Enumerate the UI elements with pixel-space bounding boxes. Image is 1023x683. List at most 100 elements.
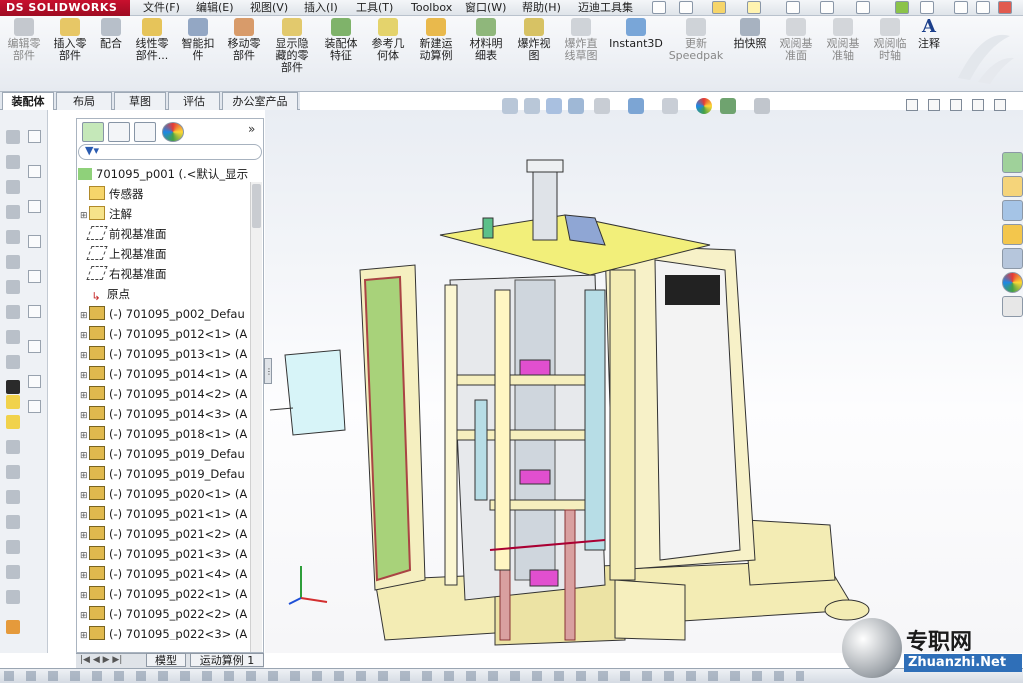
view-palette-icon[interactable] <box>1002 248 1023 269</box>
mirror-tool-icon[interactable] <box>6 515 20 529</box>
fillet-tool-icon[interactable] <box>6 255 20 269</box>
options-icon[interactable] <box>920 1 934 14</box>
edit-appearance-icon[interactable] <box>696 98 712 114</box>
view-back-icon[interactable] <box>28 340 41 353</box>
cmd-reference-geometry[interactable]: 参考几 何体 <box>366 18 410 90</box>
tree-item-part[interactable]: ⊞ (-) 701095_p002_Defau <box>80 304 250 324</box>
loft-tool-icon[interactable] <box>6 230 20 244</box>
zoom-to-fit-icon[interactable] <box>502 98 518 114</box>
cmd-snapshot[interactable]: 拍快照 <box>728 18 772 90</box>
file-explorer-icon[interactable] <box>1002 224 1023 245</box>
expand-panel-icon[interactable]: » <box>248 122 255 136</box>
tree-item-part[interactable]: ⊞ (-) 701095_p020<1> (A <box>80 484 250 504</box>
tree-item-part[interactable]: ⊞ (-) 701095_p022<3> (A <box>80 624 250 640</box>
rebuild-icon[interactable] <box>895 1 909 14</box>
revolve-tool-icon[interactable] <box>6 180 20 194</box>
view-normal-icon[interactable] <box>28 400 41 413</box>
menu-tools[interactable]: 工具(T) <box>356 0 393 16</box>
measure-tool-icon[interactable] <box>6 490 20 504</box>
cmd-mate[interactable]: 配合 <box>94 18 128 90</box>
surface-tool-icon[interactable] <box>6 590 20 604</box>
cmd-explode-line-sketch[interactable]: 爆炸直 线草图 <box>558 18 604 90</box>
tree-item-top-plane[interactable]: 上视基准面 <box>80 244 250 264</box>
bottom-toolbar-icons[interactable] <box>4 671 804 681</box>
tree-item-part[interactable]: ⊞ (-) 701095_p013<1> (A <box>80 344 250 364</box>
menu-window[interactable]: 窗口(W) <box>465 0 506 16</box>
3d-sketch-icon[interactable] <box>6 620 20 634</box>
tree-item-part[interactable]: ⊞ (-) 701095_p019_Defau <box>80 464 250 484</box>
tree-item-part[interactable]: ⊞ (-) 701095_p021<2> (A <box>80 524 250 544</box>
highlight-tool-icon[interactable] <box>6 395 20 409</box>
menu-view[interactable]: 视图(V) <box>250 0 288 16</box>
component-tool-icon[interactable] <box>6 415 20 429</box>
restore-window-icon[interactable] <box>976 1 990 14</box>
tab-office-products[interactable]: 办公室产品 <box>222 92 298 110</box>
pin-icon[interactable] <box>652 1 666 14</box>
tree-item-part[interactable]: ⊞ (-) 701095_p012<1> (A <box>80 324 250 344</box>
tree-item-part[interactable]: ⊞ (-) 701095_p019_Defau <box>80 444 250 464</box>
assembly-model[interactable] <box>265 140 885 652</box>
tree-item-part[interactable]: ⊞ (-) 701095_p014<3> (A <box>80 404 250 424</box>
view-right-icon[interactable] <box>28 235 41 248</box>
tab-evaluate[interactable]: 评估 <box>168 92 220 110</box>
tree-item-part[interactable]: ⊞ (-) 701095_p014<1> (A <box>80 364 250 384</box>
collapse-panel-handle[interactable]: ⋮ <box>264 358 273 384</box>
doc-close-icon[interactable] <box>994 99 1006 111</box>
tree-item-origin[interactable]: ↳ 原点 <box>80 284 250 304</box>
solidworks-resources-icon[interactable] <box>1002 152 1023 173</box>
cmd-move-component[interactable]: 移动零 部件 <box>222 18 266 90</box>
cmd-insert-component[interactable]: 插入零 部件 <box>48 18 92 90</box>
tab-motion-study-1[interactable]: 运动算例 1 <box>190 653 264 667</box>
tab-sketch[interactable]: 草图 <box>114 92 166 110</box>
menu-file[interactable]: 文件(F) <box>143 0 180 16</box>
view-bottom-icon[interactable] <box>28 375 41 388</box>
view-iso-icon[interactable] <box>28 270 41 283</box>
cmd-assembly-feature[interactable]: 装配体 特征 <box>318 18 364 90</box>
cmd-view-axes[interactable]: 观阅基 准轴 <box>821 18 865 90</box>
tree-item-part[interactable]: ⊞ (-) 701095_p022<1> (A <box>80 584 250 604</box>
draft-tool-icon[interactable] <box>6 355 20 369</box>
view-orientation-icon[interactable] <box>594 98 610 114</box>
tree-scrollbar[interactable] <box>250 182 262 652</box>
sweep-tool-icon[interactable] <box>6 205 20 219</box>
tree-item-sensors[interactable]: 传感器 <box>80 184 250 204</box>
cmd-view-temp-axes[interactable]: 观阅临 时轴 <box>868 18 912 90</box>
pattern-tool-icon[interactable] <box>6 540 20 554</box>
custom-properties-icon[interactable] <box>1002 296 1023 317</box>
cmd-update-speedpak[interactable]: 更新 Speedpak <box>668 18 724 90</box>
thread-tool-icon[interactable] <box>6 465 20 479</box>
select-cursor-icon[interactable] <box>856 1 870 14</box>
tree-item-part[interactable]: ⊞ (-) 701095_p014<2> (A <box>80 384 250 404</box>
tab-assembly[interactable]: 装配体 <box>2 92 54 110</box>
apply-scene-icon[interactable] <box>720 98 736 114</box>
hide-show-items-icon[interactable] <box>662 98 678 114</box>
feature-manager-tab-icon[interactable] <box>82 122 104 142</box>
doc-restore-icon[interactable] <box>972 99 984 111</box>
zoom-to-area-icon[interactable] <box>524 98 540 114</box>
tree-item-part[interactable]: ⊞ (-) 701095_p021<1> (A <box>80 504 250 524</box>
display-manager-tab-icon[interactable] <box>162 122 184 142</box>
tab-scroll-arrows[interactable]: |◀ ◀ ▶ ▶| <box>80 654 140 666</box>
close-window-icon[interactable] <box>998 1 1012 14</box>
cmd-show-hidden[interactable]: 显示隐 藏的零 部件 <box>270 18 314 90</box>
tree-item-part[interactable]: ⊞ (-) 701095_p018<1> (A <box>80 424 250 444</box>
view-front-icon[interactable] <box>28 165 41 178</box>
view-top-icon[interactable] <box>28 200 41 213</box>
tree-item-part[interactable]: ⊞ (-) 701095_p021<4> (A <box>80 564 250 584</box>
chamfer-tool-icon[interactable] <box>6 280 20 294</box>
solidworks-logo[interactable]: DS SOLIDWORKS <box>0 0 130 16</box>
design-library-icon[interactable] <box>1002 200 1023 221</box>
extrude-tool-icon[interactable] <box>6 155 20 169</box>
view-left-icon[interactable] <box>28 305 41 318</box>
view-settings-icon[interactable] <box>754 98 770 114</box>
tree-filter-input[interactable]: ▼▾ <box>78 144 262 160</box>
section-view-icon[interactable] <box>568 98 584 114</box>
rib-tool-icon[interactable] <box>6 305 20 319</box>
warning-icon[interactable] <box>747 1 761 14</box>
print-icon[interactable] <box>786 1 800 14</box>
menu-maidi-tools[interactable]: 迈迪工具集 <box>578 0 633 16</box>
tree-root[interactable]: 701095_p001 (.<默认_显示 <box>78 164 250 184</box>
phone-tool-icon[interactable] <box>6 380 20 394</box>
tab-model[interactable]: 模型 <box>146 653 186 667</box>
cmd-bom[interactable]: 材料明 细表 <box>464 18 508 90</box>
